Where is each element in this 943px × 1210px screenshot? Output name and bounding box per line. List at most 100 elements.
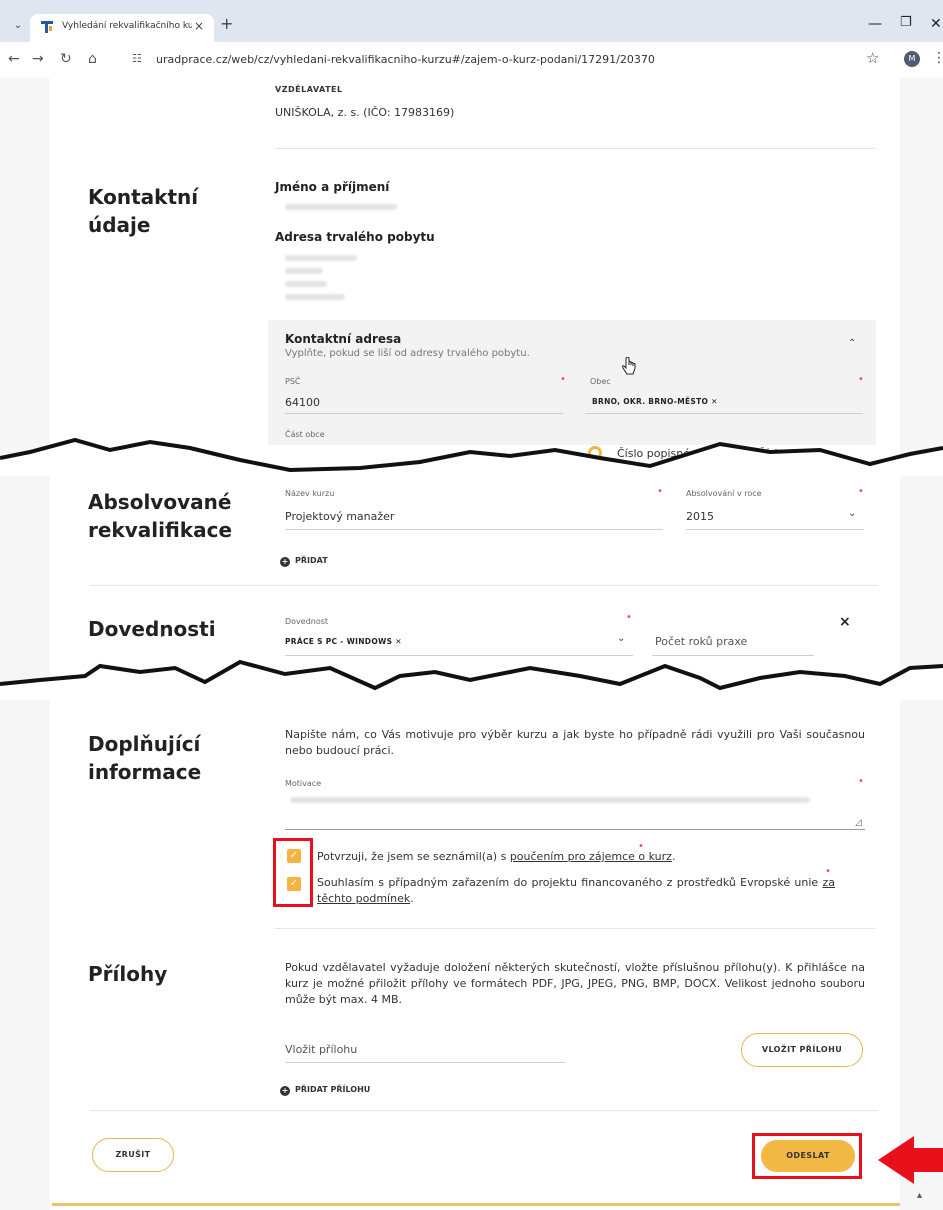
required-mark: • <box>657 486 663 497</box>
tab-search-chevron-icon[interactable]: ⌄ <box>10 18 26 34</box>
name-label: Jméno a příjmení <box>275 180 390 194</box>
obec-label: Obec <box>590 377 611 386</box>
reload-icon[interactable]: ↻ <box>60 51 72 67</box>
url-field[interactable]: ☷ uradprace.cz/web/cz/vyhledani-rekvalif… <box>118 46 896 74</box>
required-mark: • <box>626 612 632 623</box>
home-icon[interactable]: ⌂ <box>88 51 97 67</box>
section-title-requalification: Absolvované rekvalifikace <box>88 490 233 542</box>
chip-remove-icon[interactable]: ✕ <box>395 637 402 646</box>
torn-edge <box>0 659 943 700</box>
section-title-contact: Kontaktní údaje <box>88 185 199 237</box>
right-gutter <box>900 78 943 1210</box>
browser-tab[interactable]: Vyhledání rekvalifikačního kurzu × <box>30 14 214 42</box>
app-logo-icon <box>41 21 53 33</box>
add-requalification-button[interactable]: + PŘIDAT <box>280 556 328 567</box>
required-mark: • <box>638 841 644 852</box>
name-value-blurred <box>285 204 397 210</box>
add-attachment-button[interactable]: + PŘIDAT PŘÍLOHU <box>280 1085 370 1096</box>
consent2-end: . <box>410 892 414 905</box>
year-label: Absolvování v roce <box>686 489 762 498</box>
motivation-underline <box>285 829 865 830</box>
skill-label: Dovednost <box>285 617 329 626</box>
add-requalification-label: PŘIDAT <box>295 556 328 565</box>
remove-skill-icon[interactable]: × <box>839 614 851 630</box>
browser-tab-bar: ⌄ Vyhledání rekvalifikačního kurzu × + —… <box>0 0 943 42</box>
tab-close-icon[interactable]: × <box>194 19 204 33</box>
chevron-down-icon[interactable]: ⌄ <box>848 508 856 519</box>
psc-underline <box>285 413 563 414</box>
address-bar-row: ← → ↻ ⌂ ☷ uradprace.cz/web/cz/vyhledani-… <box>0 42 943 78</box>
restore-icon[interactable]: ❐ <box>900 15 912 30</box>
chevron-down-icon[interactable]: ⌄ <box>617 633 625 644</box>
consent2-label: Souhlasím s případným zařazením do proje… <box>317 876 823 889</box>
contact-address-title: Kontaktní adresa <box>285 332 402 346</box>
section-title-attachments: Přílohy <box>88 962 168 986</box>
chevron-up-icon[interactable]: ⌃ <box>848 338 856 349</box>
course-label: Název kurzu <box>285 489 335 498</box>
additional-intro: Napište nám, co Vás motivuje pro výběr k… <box>285 728 865 757</box>
divider <box>90 1110 878 1111</box>
skill-chip[interactable]: PRÁCE S PC - WINDOWS ✕ <box>285 637 402 646</box>
insert-attachment-button[interactable]: VLOŽIT PŘÍLOHU <box>741 1033 863 1067</box>
close-window-icon[interactable]: ✕ <box>930 16 942 32</box>
address-line-blurred <box>285 281 327 287</box>
provider-value: UNIŠKOLA, z. s. (IČO: 17983169) <box>275 106 455 119</box>
psc-input[interactable]: 64100 <box>285 396 320 409</box>
minimize-icon[interactable]: — <box>868 16 882 32</box>
divider <box>275 148 875 149</box>
checkbox-highlight-box <box>273 838 313 907</box>
resize-handle-icon[interactable]: ◿ <box>855 818 862 828</box>
bookmark-star-icon[interactable]: ☆ <box>866 49 879 67</box>
left-gutter <box>0 78 50 1210</box>
motivation-text-blurred[interactable] <box>290 797 810 803</box>
address-label: Adresa trvalého pobytu <box>275 230 435 244</box>
profile-avatar[interactable]: M <box>904 51 920 67</box>
address-line-blurred <box>285 255 357 261</box>
obec-underline <box>585 413 863 414</box>
chip-remove-icon[interactable]: ✕ <box>711 397 718 406</box>
attachment-underline <box>285 1062 565 1063</box>
divider <box>275 928 875 929</box>
cancel-button[interactable]: ZRUŠIT <box>92 1138 174 1172</box>
attachments-intro: Pokud vzdělavatel vyžaduje doložení někt… <box>285 961 865 1006</box>
provider-label: VZDĚLAVATEL <box>275 85 343 94</box>
url-text: uradprace.cz/web/cz/vyhledani-rekvalifik… <box>156 53 655 66</box>
course-input[interactable]: Projektový manažer <box>285 510 394 523</box>
year-select[interactable]: 2015 <box>686 510 714 523</box>
address-line-blurred <box>285 294 345 300</box>
consent1-label: Potvrzuji, že jsem se seznámil(a) s <box>317 850 510 863</box>
consent2-text: Souhlasím s případným zařazením do proje… <box>317 875 835 907</box>
year-underline <box>686 529 864 530</box>
required-mark: • <box>858 374 864 385</box>
site-settings-icon[interactable]: ☷ <box>132 52 142 65</box>
new-tab-icon[interactable]: + <box>220 14 233 33</box>
plus-circle-icon: + <box>280 1086 290 1096</box>
motivation-label: Motivace <box>285 779 322 788</box>
add-attachment-label: PŘIDAT PŘÍLOHU <box>295 1085 371 1094</box>
required-mark: • <box>858 486 864 497</box>
consent1-end: . <box>671 850 676 863</box>
skill-chip-label: PRÁCE S PC - WINDOWS <box>285 637 393 646</box>
psc-label: PSČ <box>285 377 301 386</box>
plus-circle-icon: + <box>280 557 290 567</box>
hand-cursor-icon <box>622 357 636 375</box>
contact-address-subtitle: Vyplňte, pokud se liší od adresy trvaléh… <box>285 348 530 359</box>
torn-edge <box>0 437 943 476</box>
years-input[interactable]: Počet roků praxe <box>655 635 747 648</box>
tab-title: Vyhledání rekvalifikačního kurzu <box>62 21 192 31</box>
obec-chip-label: BRNO, OKR. BRNO-MĚSTO <box>592 397 709 406</box>
submit-highlight-box <box>752 1133 862 1179</box>
address-line-blurred <box>285 268 323 274</box>
red-arrow-icon <box>878 1136 943 1184</box>
text-cursor-icon: I <box>160 626 164 640</box>
back-icon[interactable]: ← <box>8 51 20 67</box>
attachment-input[interactable]: Vložit přílohu <box>285 1043 357 1056</box>
section-title-additional: Doplňující informace <box>88 732 202 784</box>
forward-icon[interactable]: → <box>32 51 44 67</box>
footer-accent-line <box>52 1203 900 1206</box>
kebab-menu-icon[interactable]: ⋮ <box>932 50 943 66</box>
scroll-up-icon[interactable]: ▴ <box>917 1190 922 1201</box>
consent1-link[interactable]: poučením pro zájemce o kurz <box>510 850 672 863</box>
divider <box>90 585 878 586</box>
obec-chip[interactable]: BRNO, OKR. BRNO-MĚSTO ✕ <box>592 397 718 406</box>
